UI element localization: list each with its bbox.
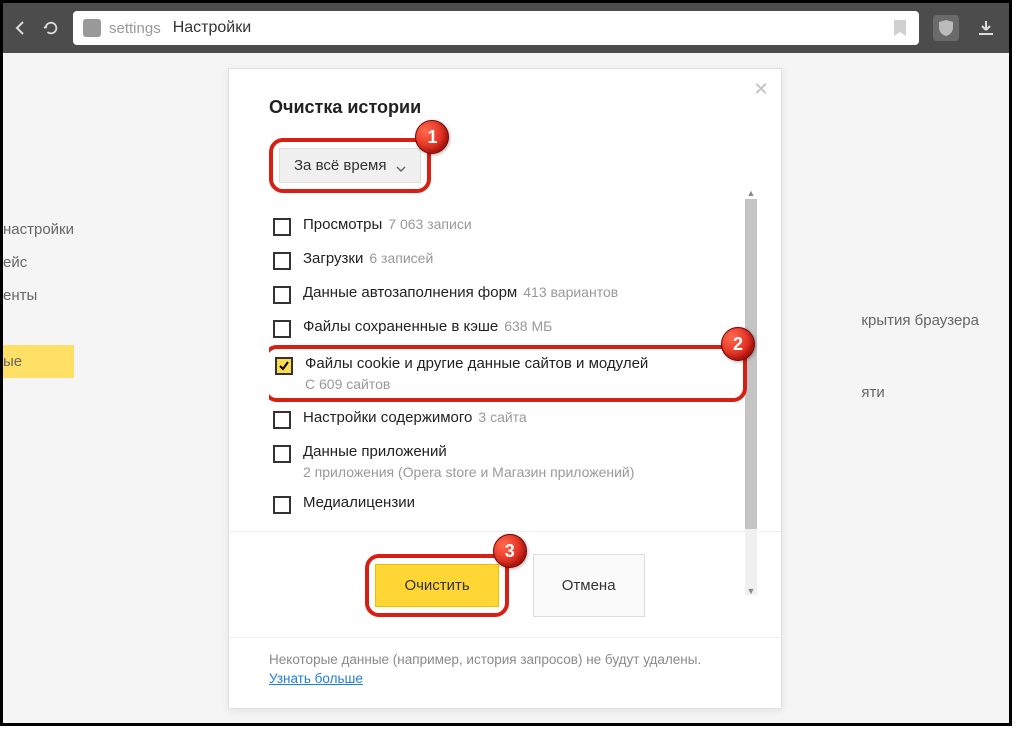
option-sub: 413 вариантов (523, 284, 618, 300)
time-range-label: За всё время (294, 157, 386, 174)
step-badge-1: 1 (415, 120, 449, 154)
chevron-down-icon (396, 161, 406, 171)
site-icon (83, 19, 101, 37)
frame: settings Настройки настройки ейс енты ые… (0, 0, 1012, 726)
highlight-1: За всё время 1 (269, 138, 431, 193)
option-row-cookies[interactable]: Файлы cookie и другие данные сайтов и мо… (275, 353, 739, 394)
dialog-footer: Некоторые данные (например, история запр… (229, 637, 781, 708)
option-sub: 6 записей (369, 250, 433, 266)
sidebar-item (3, 312, 74, 345)
option-label: Файлы cookie и другие данные сайтов и мо… (305, 355, 648, 372)
option-label: Данные автозаполнения форм (303, 284, 517, 301)
sidebar-item[interactable]: ейс (3, 246, 74, 279)
checkbox[interactable] (273, 445, 291, 463)
reload-icon[interactable] (43, 20, 59, 36)
bg-text: крытия браузера (861, 303, 979, 339)
checkbox[interactable] (273, 496, 291, 514)
sidebar-item-active[interactable]: ые (3, 345, 74, 378)
close-icon[interactable]: ✕ (751, 79, 771, 99)
clear-button[interactable]: Очистить (375, 564, 498, 607)
option-row[interactable]: Данные приложений 2 приложения (Opera st… (269, 436, 761, 487)
option-row[interactable]: Настройки содержимого 3 сайта (269, 402, 761, 436)
checkbox-checked[interactable] (275, 357, 293, 375)
option-row[interactable]: Просмотры 7 063 записи (269, 209, 761, 243)
step-badge-2: 2 (721, 327, 755, 361)
highlight-2: Файлы cookie и другие данные сайтов и мо… (269, 345, 747, 402)
option-sub: 3 сайта (478, 409, 526, 425)
option-label: Файлы сохраненные в кэше (303, 318, 498, 335)
option-row[interactable]: Загрузки 6 записей (269, 243, 761, 277)
address-page: Настройки (173, 19, 251, 37)
scroll-up-icon[interactable]: ▲ (745, 187, 757, 199)
option-label: Просмотры (303, 216, 382, 233)
sidebar-item[interactable]: енты (3, 279, 74, 312)
step-badge-3: 3 (493, 534, 527, 568)
checkbox[interactable] (273, 411, 291, 429)
option-row[interactable]: Файлы сохраненные в кэше 638 МБ (269, 311, 761, 345)
dialog-buttons: Очистить 3 Отмена (229, 531, 781, 637)
highlight-3: Очистить 3 (365, 554, 508, 617)
time-range-select[interactable]: За всё время (279, 148, 421, 183)
browser-toolbar: settings Настройки (3, 3, 1009, 53)
option-sub: 7 063 записи (388, 216, 471, 232)
option-row[interactable]: Данные автозаполнения форм 413 вариантов (269, 277, 761, 311)
address-keyword: settings (109, 20, 161, 37)
download-icon[interactable] (973, 15, 999, 41)
dialog-title: Очистка истории (229, 69, 781, 128)
learn-more-link[interactable]: Узнать больше (269, 671, 363, 686)
checkbox[interactable] (273, 286, 291, 304)
option-sub: 638 МБ (504, 318, 552, 334)
address-bar[interactable]: settings Настройки (73, 11, 919, 45)
back-icon[interactable] (13, 20, 29, 36)
sidebar-right: крытия браузера яти (861, 303, 979, 411)
sidebar-left: настройки ейс енты ые (3, 213, 74, 378)
sidebar-item[interactable]: настройки (3, 213, 74, 246)
cancel-button[interactable]: Отмена (533, 554, 645, 617)
option-label: Данные приложений (303, 443, 634, 460)
bg-text: яти (861, 375, 979, 411)
option-label: Настройки содержимого (303, 409, 472, 426)
option-label: Загрузки (303, 250, 363, 267)
option-row[interactable]: Медиалицензии (269, 487, 761, 521)
option-sub: С 609 сайтов (305, 376, 648, 392)
footer-text: Некоторые данные (например, история запр… (269, 652, 741, 667)
options-list: Просмотры7 063 записи Загрузки6 записей … (269, 209, 761, 521)
option-label: Медиалицензии (303, 494, 415, 511)
bookmark-icon[interactable] (893, 19, 909, 37)
checkbox[interactable] (273, 218, 291, 236)
checkbox[interactable] (273, 320, 291, 338)
option-sub: 2 приложения (Opera store и Магазин прил… (303, 464, 634, 480)
clear-history-dialog: ✕ Очистка истории За всё время 1 ▲ ▼ Про… (228, 68, 782, 709)
checkbox[interactable] (273, 252, 291, 270)
shield-icon[interactable] (933, 15, 959, 41)
